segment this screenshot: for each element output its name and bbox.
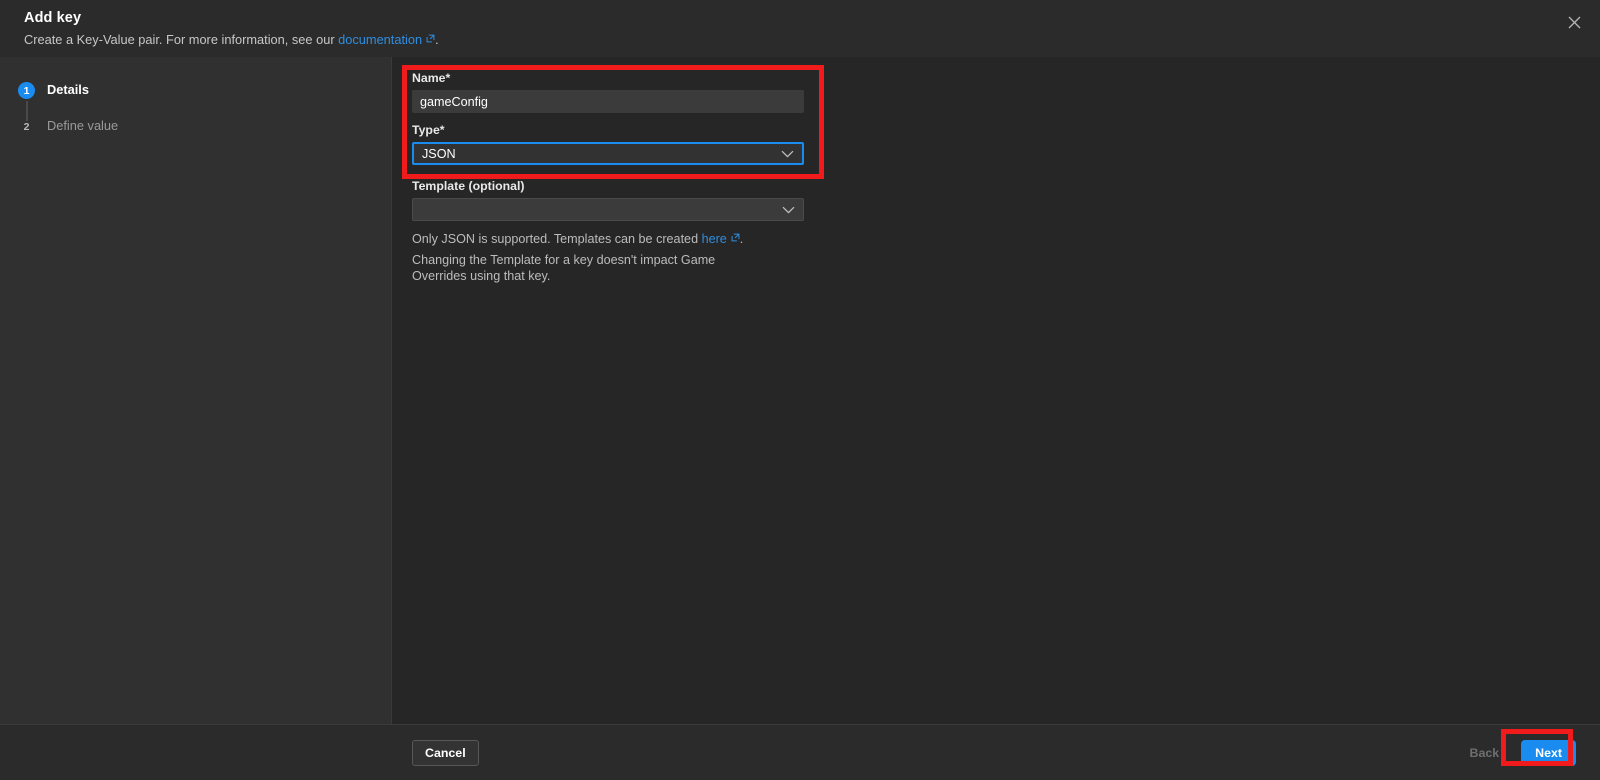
sidebar-step-details[interactable]: 1 Details — [18, 81, 391, 121]
helper-text-after: . — [739, 232, 744, 246]
next-button[interactable]: Next — [1521, 739, 1576, 766]
step-number-badge: 1 — [18, 82, 35, 99]
add-key-form: Name* gameConfig Type* JSON Template (op… — [412, 71, 804, 284]
step-label: Details — [47, 82, 89, 97]
template-helper-text-1: Only JSON is supported. Templates can be… — [412, 231, 804, 247]
documentation-link[interactable]: documentation — [338, 32, 422, 47]
dialog-body: 1 Details 2 Define value Name* gameConfi… — [0, 57, 1600, 724]
template-field-label: Template (optional) — [412, 179, 525, 193]
dialog-header: Add key Create a Key-Value pair. For mor… — [0, 0, 1600, 57]
name-input[interactable]: gameConfig — [412, 90, 804, 113]
page-title: Add key — [24, 10, 82, 26]
name-field-label: Name* — [412, 71, 451, 85]
step-label: Define value — [47, 118, 119, 133]
template-helper-text-2: Changing the Template for a key doesn't … — [412, 253, 716, 283]
step-sidebar: 1 Details 2 Define value — [0, 57, 392, 724]
form-panel: Name* gameConfig Type* JSON Template (op… — [392, 57, 1600, 724]
footer-left-actions: Cancel — [412, 739, 479, 766]
step-number-badge: 2 — [23, 120, 30, 133]
footer-right-actions: Back Next — [1470, 739, 1576, 766]
back-button[interactable]: Back — [1470, 746, 1500, 760]
dialog-footer: Cancel Back Next — [0, 724, 1600, 780]
external-link-icon — [731, 233, 740, 242]
type-field-label: Type* — [412, 123, 445, 137]
type-select[interactable]: JSON — [412, 142, 804, 165]
chevron-down-icon — [781, 150, 794, 158]
external-link-icon — [426, 34, 435, 43]
close-button[interactable] — [1560, 8, 1588, 36]
here-link[interactable]: here — [702, 232, 727, 246]
close-icon — [1568, 16, 1581, 29]
add-key-dialog: Add key Create a Key-Value pair. For mor… — [0, 0, 1600, 780]
subtitle-text-after: . — [435, 32, 439, 47]
dialog-subtitle: Create a Key-Value pair. For more inform… — [24, 32, 1576, 47]
sidebar-step-define-value[interactable]: 2 Define value — [18, 117, 391, 153]
type-select-value: JSON — [422, 146, 456, 161]
template-select[interactable] — [412, 198, 804, 221]
helper-text-before: Only JSON is supported. Templates can be… — [412, 232, 702, 246]
subtitle-text-before: Create a Key-Value pair. For more inform… — [24, 32, 339, 47]
cancel-button[interactable]: Cancel — [412, 739, 479, 766]
chevron-down-icon — [782, 206, 795, 214]
